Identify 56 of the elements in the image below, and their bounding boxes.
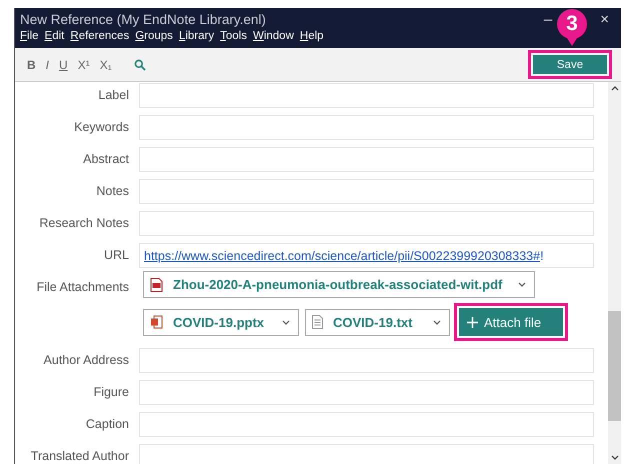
input-field[interactable] bbox=[139, 444, 594, 464]
field-label: File Attachments bbox=[36, 279, 130, 296]
close-button[interactable]: × bbox=[600, 10, 609, 28]
field-label: Author Address bbox=[42, 352, 130, 369]
plus-icon bbox=[467, 316, 478, 328]
field-label: Figure bbox=[92, 384, 130, 401]
scrollbar-thumb[interactable] bbox=[608, 311, 621, 421]
format-button[interactable]: I bbox=[46, 58, 50, 72]
attach-file-button[interactable]: Attach file bbox=[459, 308, 563, 336]
pdf-file-icon bbox=[150, 278, 163, 292]
menu-item[interactable]: References bbox=[70, 30, 130, 42]
menu-item[interactable]: Tools bbox=[220, 30, 247, 42]
chevron-icon bbox=[433, 320, 441, 324]
window-title: New Reference (My EndNote Library.enl) bbox=[20, 12, 266, 26]
menu-item[interactable]: Window bbox=[252, 30, 294, 42]
format-button[interactable]: B bbox=[27, 58, 36, 72]
field-label: Notes bbox=[95, 183, 130, 200]
chevron-icon bbox=[282, 320, 290, 324]
input-field[interactable] bbox=[139, 348, 594, 373]
input-field[interactable] bbox=[139, 115, 594, 140]
attachment-dropdown[interactable]: Zhou-2020-A-pneumonia-outbreak-associated-wit.pdf bbox=[143, 271, 535, 298]
url-suffix: ! bbox=[540, 248, 544, 262]
input-field[interactable] bbox=[139, 83, 594, 108]
format-button[interactable]: U bbox=[59, 58, 68, 72]
input-field[interactable] bbox=[139, 412, 594, 437]
scrollbar[interactable] bbox=[608, 82, 621, 464]
field-label: Research Notes bbox=[38, 215, 130, 232]
field-label: URL bbox=[102, 247, 130, 264]
scroll-up-icon[interactable] bbox=[610, 86, 618, 91]
save-button[interactable]: Save bbox=[533, 55, 607, 74]
input-field[interactable] bbox=[139, 179, 594, 204]
input-field[interactable] bbox=[139, 380, 594, 405]
attachment-dropdown[interactable]: COVID-19.pptx bbox=[143, 308, 299, 336]
chevron-icon bbox=[518, 282, 526, 287]
search-icon[interactable] bbox=[134, 58, 146, 70]
input-field[interactable] bbox=[139, 211, 594, 236]
attachment-dropdown[interactable]: COVID-19.txt bbox=[305, 308, 450, 336]
menu-item[interactable]: Library bbox=[178, 30, 214, 42]
menu-item[interactable]: File bbox=[20, 30, 39, 42]
menu-item[interactable]: Groups bbox=[135, 30, 173, 42]
field-label: Keywords bbox=[73, 119, 130, 136]
minimize-button[interactable]: – bbox=[544, 10, 552, 28]
menu-item[interactable]: Edit bbox=[44, 30, 64, 42]
field-label: Caption bbox=[84, 416, 130, 433]
format-button[interactable]: X₁ bbox=[100, 58, 112, 72]
menu-item[interactable]: Help bbox=[300, 30, 324, 42]
format-button[interactable]: X¹ bbox=[78, 58, 90, 72]
input-field[interactable]: https://www.sciencedirect.com/science/article/pii/S0022399920308333#! bbox=[139, 243, 594, 268]
field-label: Abstract bbox=[82, 151, 130, 168]
field-label: Label bbox=[97, 87, 130, 104]
presentation-file-icon bbox=[150, 315, 163, 329]
scroll-down-icon[interactable] bbox=[610, 455, 618, 460]
text-file-icon bbox=[312, 315, 323, 329]
url-link[interactable]: https://www.sciencedirect.com/science/article/pii/S0022399920308333# bbox=[144, 248, 540, 262]
field-label: Translated Author bbox=[30, 448, 130, 464]
input-field[interactable] bbox=[139, 147, 594, 172]
